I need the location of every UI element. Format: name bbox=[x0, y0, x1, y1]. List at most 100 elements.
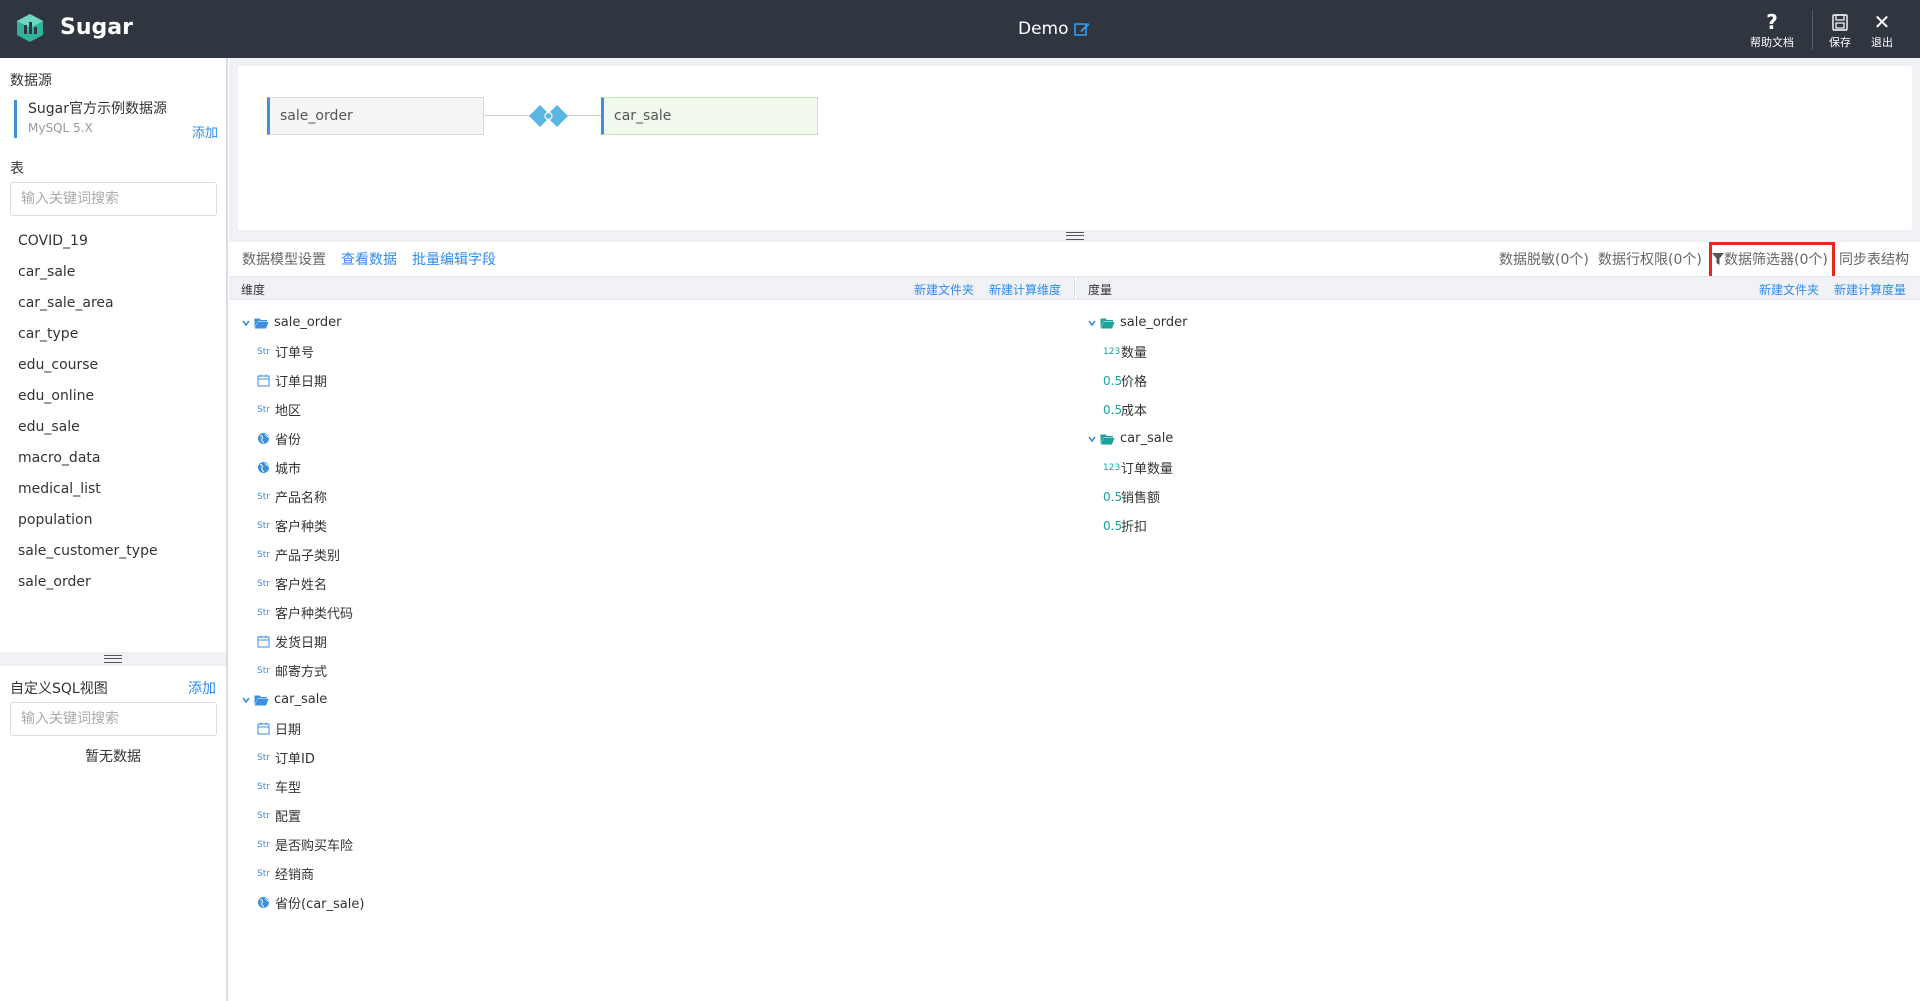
datasource-item[interactable]: Sugar官方示例数据源 MySQL 5.X 添加 bbox=[14, 100, 218, 141]
field-row[interactable]: Str 客户种类代码 bbox=[241, 598, 364, 627]
canvas-resize-handle[interactable] bbox=[229, 230, 1920, 242]
decimal-type-icon: 0.5 bbox=[1103, 373, 1123, 388]
table-list: COVID_19 car_sale car_sale_area car_type… bbox=[18, 226, 158, 598]
field-row[interactable]: Str 客户姓名 bbox=[241, 569, 364, 598]
help-button[interactable]: ? 帮助文档 bbox=[1750, 12, 1794, 50]
field-name: 订单ID bbox=[275, 752, 315, 767]
field-name: 邮寄方式 bbox=[275, 665, 328, 680]
field-row[interactable]: Str 产品名称 bbox=[241, 482, 364, 511]
tab-batch-edit[interactable]: 批量编辑字段 bbox=[412, 249, 496, 269]
field-row[interactable]: Str 订单ID bbox=[241, 743, 364, 772]
folder-open-icon bbox=[1100, 318, 1115, 328]
folder-row[interactable]: sale_order bbox=[1087, 308, 1188, 337]
join-icon[interactable] bbox=[529, 105, 579, 127]
tab-view-data[interactable]: 查看数据 bbox=[341, 249, 397, 269]
table-item[interactable]: car_type bbox=[18, 319, 158, 350]
table-item[interactable]: COVID_19 bbox=[18, 226, 158, 257]
chevron-down-icon[interactable] bbox=[1087, 318, 1097, 328]
new-calc-measure-link[interactable]: 新建计算度量 bbox=[1834, 281, 1906, 298]
dimension-title: 维度 bbox=[241, 283, 266, 297]
tab-model-settings[interactable]: 数据模型设置 bbox=[242, 249, 326, 269]
table-item[interactable]: edu_online bbox=[18, 381, 158, 412]
field-row[interactable]: 0.5 价格 bbox=[1087, 366, 1188, 395]
decimal-type-icon: 0.5 bbox=[1103, 402, 1123, 417]
folder-name: car_sale bbox=[274, 692, 328, 707]
field-row[interactable]: 0.5 成本 bbox=[1087, 395, 1188, 424]
save-button[interactable]: 保存 bbox=[1829, 12, 1851, 50]
new-calc-dimension-link[interactable]: 新建计算维度 bbox=[989, 281, 1061, 298]
field-name: 订单日期 bbox=[275, 375, 328, 390]
table-item[interactable]: macro_data bbox=[18, 443, 158, 474]
field-row[interactable]: 0.5 销售额 bbox=[1087, 482, 1188, 511]
field-row[interactable]: Str 车型 bbox=[241, 772, 364, 801]
table-item[interactable]: car_sale bbox=[18, 257, 158, 288]
field-name: 客户姓名 bbox=[275, 578, 328, 593]
data-masking-button[interactable]: 数据脱敏(0个) bbox=[1499, 249, 1589, 269]
field-name: 经销商 bbox=[275, 868, 315, 883]
field-row[interactable]: Str 配置 bbox=[241, 801, 364, 830]
folder-row[interactable]: car_sale bbox=[1087, 424, 1188, 453]
field-row[interactable]: 订单日期 bbox=[241, 366, 364, 395]
table-item[interactable]: sale_order bbox=[18, 567, 158, 598]
table-item[interactable]: medical_list bbox=[18, 474, 158, 505]
field-name: 成本 bbox=[1121, 404, 1148, 419]
field-row[interactable]: 日期 bbox=[241, 714, 364, 743]
row-permission-button[interactable]: 数据行权限(0个) bbox=[1598, 249, 1702, 269]
table-node-car-sale[interactable]: car_sale bbox=[601, 97, 818, 135]
table-item[interactable]: edu_course bbox=[18, 350, 158, 381]
add-datasource-link[interactable]: 添加 bbox=[192, 122, 218, 141]
field-name: 产品名称 bbox=[275, 491, 328, 506]
field-row[interactable]: 0.5 折扣 bbox=[1087, 511, 1188, 540]
add-sql-view-link[interactable]: 添加 bbox=[188, 678, 216, 698]
field-row[interactable]: 省份 bbox=[241, 424, 364, 453]
folder-open-icon bbox=[1100, 434, 1115, 444]
sync-schema-button[interactable]: 同步表结构 bbox=[1839, 249, 1909, 269]
data-filter-button[interactable]: 数据筛选器(0个) bbox=[1712, 249, 1828, 269]
field-name: 订单数量 bbox=[1121, 462, 1174, 477]
table-item[interactable]: car_sale_area bbox=[18, 288, 158, 319]
dimension-panel-header: 维度 新建文件夹 新建计算维度 bbox=[229, 276, 1075, 300]
field-name: 是否购买车险 bbox=[275, 839, 354, 854]
exit-label: 退出 bbox=[1871, 36, 1893, 49]
field-row[interactable]: Str 经销商 bbox=[241, 859, 364, 888]
field-row[interactable]: 发货日期 bbox=[241, 627, 364, 656]
field-row[interactable]: 城市 bbox=[241, 453, 364, 482]
exit-button[interactable]: ✕ 退出 bbox=[1871, 12, 1893, 50]
table-item[interactable]: population bbox=[18, 505, 158, 536]
model-canvas[interactable]: sale_order car_sale bbox=[237, 66, 1912, 230]
new-measure-folder-link[interactable]: 新建文件夹 bbox=[1759, 281, 1819, 298]
new-dimension-folder-link[interactable]: 新建文件夹 bbox=[914, 281, 974, 298]
string-type-icon: Str bbox=[257, 578, 270, 589]
string-type-icon: Str bbox=[257, 346, 270, 357]
table-item[interactable]: sale_customer_type bbox=[18, 536, 158, 567]
field-name: 地区 bbox=[275, 404, 302, 419]
string-type-icon: Str bbox=[257, 607, 270, 618]
field-row[interactable]: Str 是否购买车险 bbox=[241, 830, 364, 859]
field-row[interactable]: Str 邮寄方式 bbox=[241, 656, 364, 685]
chevron-down-icon[interactable] bbox=[1087, 434, 1097, 444]
folder-open-icon bbox=[254, 318, 269, 328]
chevron-down-icon[interactable] bbox=[241, 318, 251, 328]
string-type-icon: Str bbox=[257, 810, 270, 821]
field-row[interactable]: Str 地区 bbox=[241, 395, 364, 424]
folder-row[interactable]: sale_order bbox=[241, 308, 364, 337]
globe-icon bbox=[257, 896, 273, 909]
string-type-icon: Str bbox=[257, 781, 270, 792]
page-title[interactable]: Demo bbox=[1018, 19, 1091, 39]
sql-search-input[interactable] bbox=[10, 702, 217, 736]
sidebar-resize-handle[interactable] bbox=[0, 652, 226, 666]
save-label: 保存 bbox=[1829, 36, 1851, 49]
folder-row[interactable]: car_sale bbox=[241, 685, 364, 714]
field-row[interactable]: 123 数量 bbox=[1087, 337, 1188, 366]
field-row[interactable]: 省份(car_sale) bbox=[241, 888, 364, 917]
chevron-down-icon[interactable] bbox=[241, 695, 251, 705]
table-search-input[interactable] bbox=[10, 182, 217, 216]
field-row[interactable]: Str 客户种类 bbox=[241, 511, 364, 540]
field-row[interactable]: 123 订单数量 bbox=[1087, 453, 1188, 482]
edit-icon[interactable] bbox=[1073, 20, 1091, 38]
field-row[interactable]: Str 订单号 bbox=[241, 337, 364, 366]
table-node-sale-order[interactable]: sale_order bbox=[267, 97, 484, 135]
toolbar-divider bbox=[1812, 10, 1813, 50]
field-row[interactable]: Str 产品子类别 bbox=[241, 540, 364, 569]
table-item[interactable]: edu_sale bbox=[18, 412, 158, 443]
